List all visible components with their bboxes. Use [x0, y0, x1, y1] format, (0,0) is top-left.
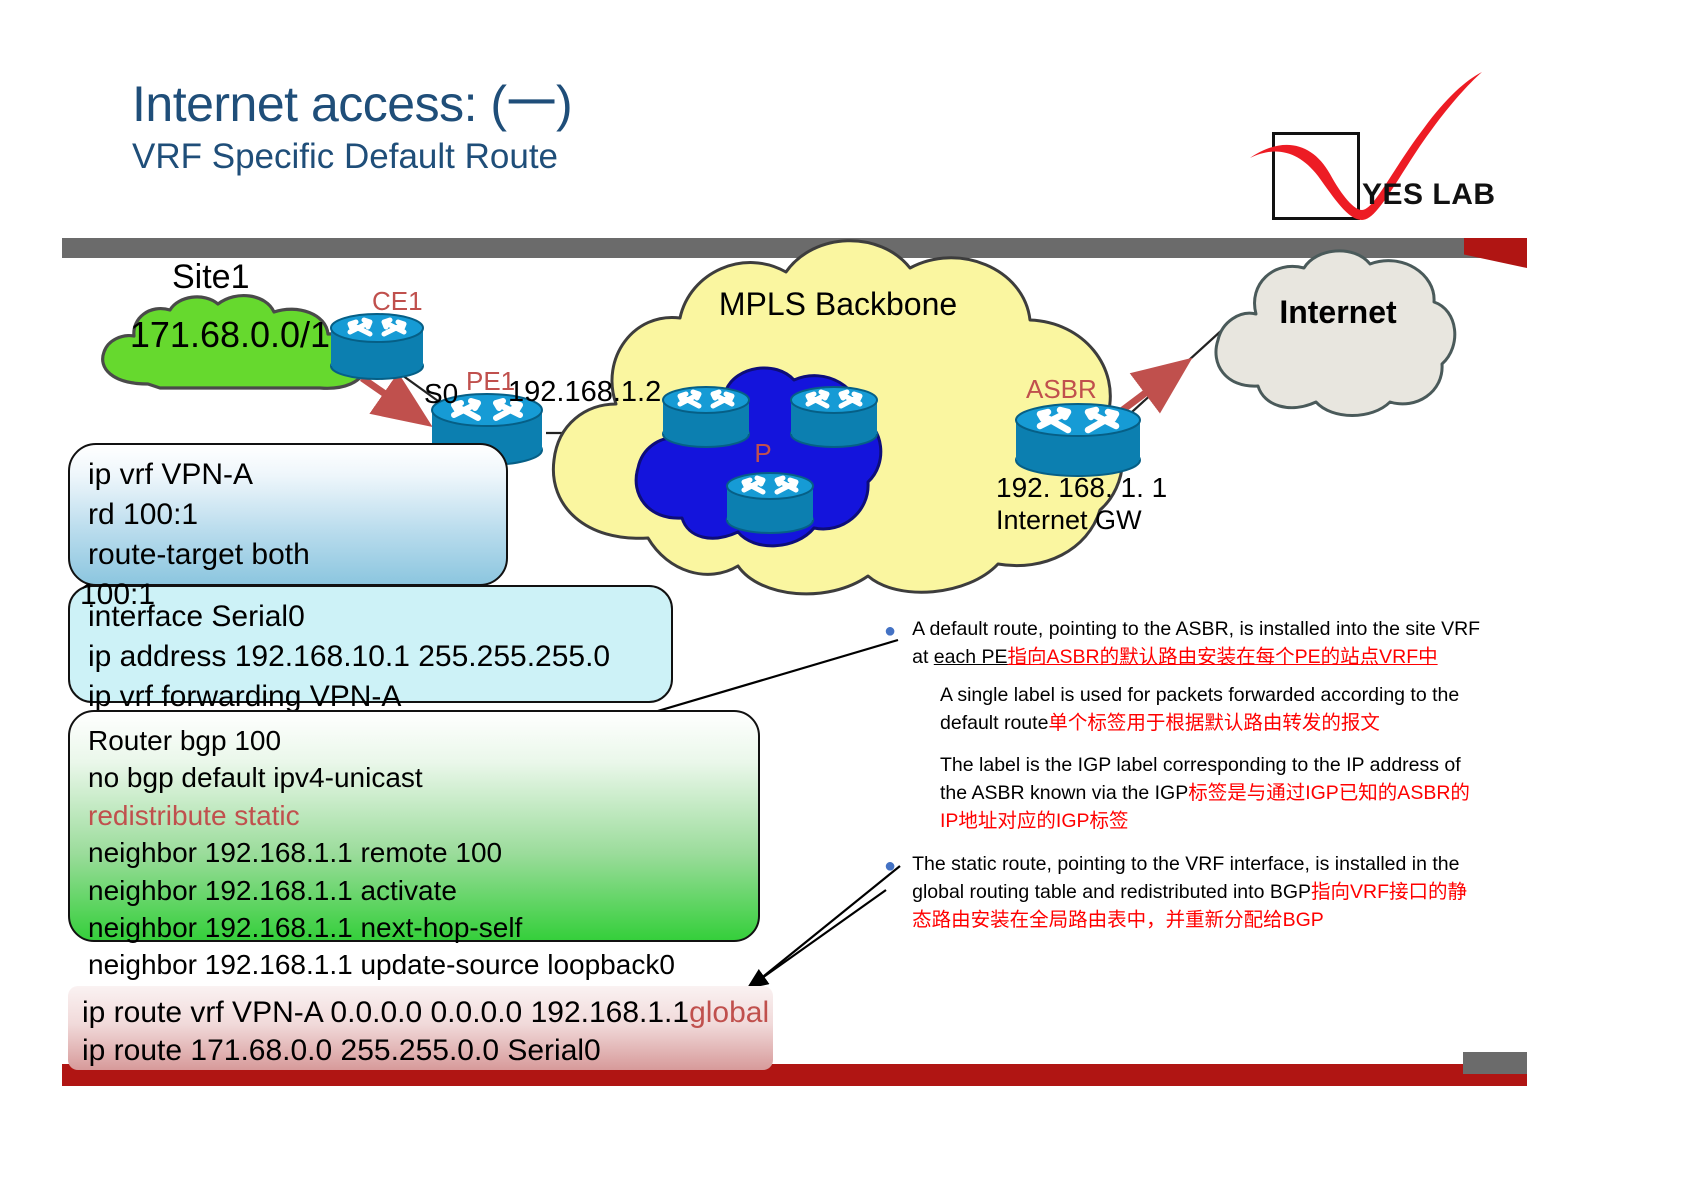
config-line: neighbor 192.168.1.1 remote 100 — [88, 837, 503, 869]
config-line-redistribute-static: redistribute static — [88, 799, 300, 831]
config-line: rd 100:1 — [88, 497, 199, 531]
config-line-static-global: ip route 171.68.0.0 255.255.0.0 Serial0 — [82, 1034, 601, 1068]
bullet-1-text: A default route, pointing to the ASBR, i… — [912, 615, 1484, 671]
bullet-item-2: ● The static route, pointing to the VRF … — [884, 850, 1484, 934]
static-route-main: ip route vrf VPN-A 0.0.0.0 0.0.0.0 192.1… — [82, 996, 690, 1029]
bullet-1-zh: 指向ASBR的默认路由安装在每个PE的站点VRF中 — [1007, 646, 1438, 669]
config-line: ip vrf VPN-A — [88, 458, 254, 491]
pe1-interface-label: S0 — [424, 378, 459, 409]
config-line: neighbor 192.168.1.1 activate — [88, 874, 457, 906]
mpls-backbone-label: MPLS Backbone — [718, 286, 958, 322]
config-line: route-target both — [88, 537, 310, 571]
internet-label: Internet — [1279, 294, 1397, 330]
router-ce1[interactable] — [328, 310, 426, 382]
page-title: Internet access: (一) — [132, 76, 573, 132]
page-subtitle: VRF Specific Default Route — [132, 137, 559, 176]
config-line: neighbor 192.168.1.1 update-source loopb… — [88, 949, 675, 981]
config-line-static-vrf: ip route vrf VPN-A 0.0.0.0 0.0.0.0 192.1… — [82, 994, 769, 1032]
bullet-2-text: The static route, pointing to the VRF in… — [912, 850, 1484, 934]
bullet-list: ● A default route, pointing to the ASBR,… — [884, 615, 1484, 944]
config-line: no bgp default ipv4-unicast — [88, 762, 423, 794]
sub-1-zh: 单个标签用于根据默认路由转发的报文 — [1048, 712, 1380, 735]
config-box-vrf: ip vrf VPN-A rd 100:1 route-target both — [68, 443, 508, 586]
footer-divider-bar — [1463, 1052, 1527, 1074]
config-box-bgp: Router bgp 100 no bgp default ipv4-unica… — [68, 710, 760, 980]
config-line: Router bgp 100 — [88, 725, 282, 756]
internet-cloud: Internet — [1208, 248, 1468, 417]
router-p3[interactable] — [724, 468, 816, 536]
bullet-dot-icon: ● — [884, 854, 897, 877]
title-block: Internet access: (一) VRF Specific Defaul… — [132, 76, 573, 178]
ce1-label: CE1 — [372, 286, 423, 316]
static-route-global-keyword: global — [689, 996, 770, 1029]
config-line: interface Serial0 — [88, 600, 305, 633]
asbr-ip-label: 192. 168. 1. 1 — [996, 472, 1168, 503]
router-asbr[interactable] — [1012, 398, 1144, 480]
bullet-dot-icon: ● — [884, 620, 897, 642]
asbr-role-label: Internet GW — [996, 505, 1142, 535]
pe1-ip-label: 192.168.1.2 — [508, 376, 662, 408]
bullet-item-1: ● A default route, pointing to the ASBR,… — [884, 615, 1484, 671]
yes-lab-logo: YES LAB — [1250, 70, 1512, 230]
logo-text: YES LAB — [1362, 178, 1496, 211]
sub-paragraph-1: A single label is used for packets forwa… — [940, 681, 1484, 737]
header-accent-bar — [1464, 238, 1527, 268]
config-box-interface: interface Serial0 ip address 192.168.10.… — [68, 585, 673, 713]
site1-name-label: Site1 — [172, 258, 250, 296]
asbr-label: ASBR — [1026, 374, 1097, 404]
router-p1[interactable] — [660, 382, 752, 450]
config-line: ip address 192.168.10.1 255.255.255.0 — [88, 639, 611, 673]
config-box-static-routes: ip route vrf VPN-A 0.0.0.0 0.0.0.0 192.1… — [68, 986, 773, 1070]
config-line: neighbor 192.168.1.1 next-hop-self — [88, 911, 523, 943]
router-p2[interactable] — [788, 382, 880, 450]
site1-network-label: 171.68.0.0/16 — [129, 314, 351, 355]
sub-paragraph-2: The label is the IGP label corresponding… — [940, 751, 1484, 835]
bullet-1-en-underlined: each PE — [933, 646, 1008, 669]
config-line-overlap: 100:1 — [80, 578, 156, 611]
